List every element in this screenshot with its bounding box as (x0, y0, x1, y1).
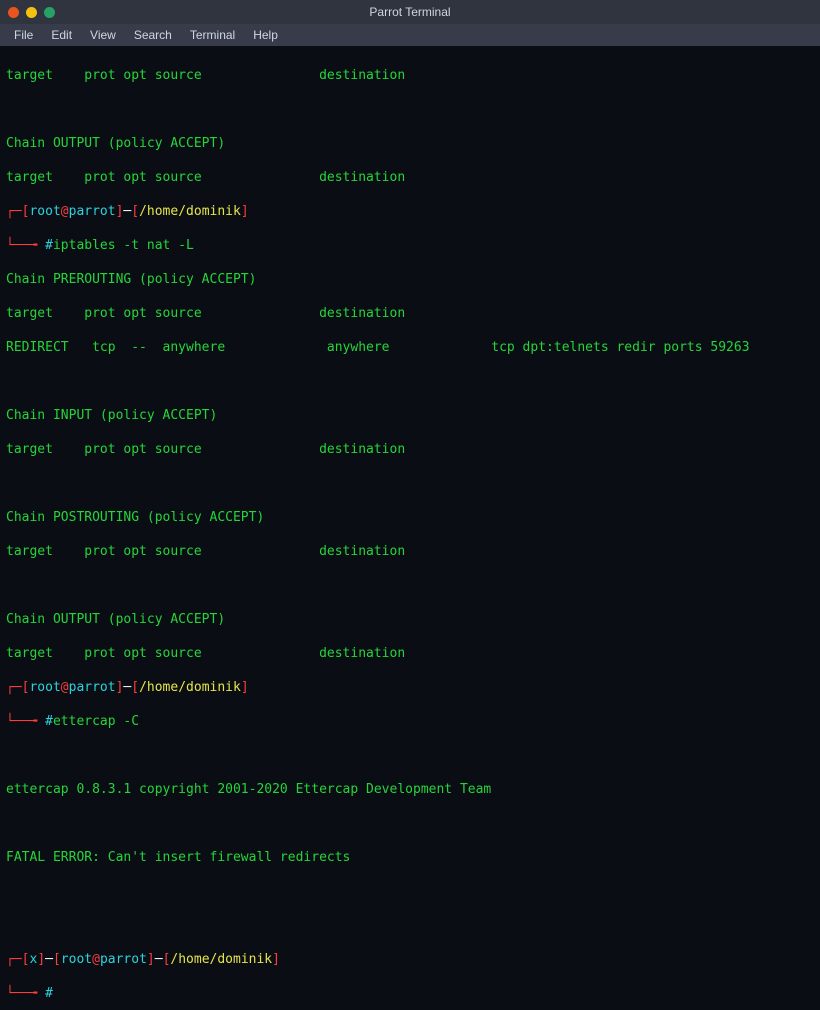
menu-file[interactable]: File (6, 26, 41, 44)
iptables-header-6: target prot opt source destination (6, 645, 814, 662)
menu-terminal[interactable]: Terminal (182, 26, 243, 44)
prompt-cmd-1: └──╼ #iptables -t nat -L (6, 237, 814, 254)
menubar: File Edit View Search Terminal Help (0, 24, 820, 46)
terminal-output[interactable]: target prot opt source destination Chain… (0, 46, 820, 1010)
menu-search[interactable]: Search (126, 26, 180, 44)
iptables-header-3: target prot opt source destination (6, 305, 814, 322)
iptables-header-5: target prot opt source destination (6, 543, 814, 560)
redirect-rule: REDIRECT tcp -- anywhere anywhere tcp dp… (6, 339, 814, 356)
chain-output-1: Chain OUTPUT (policy ACCEPT) (6, 135, 814, 152)
prompt-cmd-2: └──╼ #ettercap -C (6, 713, 814, 730)
fatal-error: FATAL ERROR: Can't insert firewall redir… (6, 849, 814, 866)
chain-output-2: Chain OUTPUT (policy ACCEPT) (6, 611, 814, 628)
chain-input: Chain INPUT (policy ACCEPT) (6, 407, 814, 424)
ettercap-version: ettercap 0.8.3.1 copyright 2001-2020 Ett… (6, 781, 814, 798)
menu-view[interactable]: View (82, 26, 124, 44)
titlebar: Parrot Terminal (0, 0, 820, 24)
iptables-header-4: target prot opt source destination (6, 441, 814, 458)
chain-postrouting: Chain POSTROUTING (policy ACCEPT) (6, 509, 814, 526)
iptables-header-2: target prot opt source destination (6, 169, 814, 186)
window-title: Parrot Terminal (0, 5, 820, 19)
menu-edit[interactable]: Edit (43, 26, 80, 44)
prompt-line-2: ┌─[root@parrot]─[/home/dominik] (6, 679, 814, 696)
prompt-line-3: ┌─[x]─[root@parrot]─[/home/dominik] (6, 951, 814, 968)
chain-prerouting: Chain PREROUTING (policy ACCEPT) (6, 271, 814, 288)
menu-help[interactable]: Help (245, 26, 286, 44)
prompt-line-1: ┌─[root@parrot]─[/home/dominik] (6, 203, 814, 220)
iptables-header: target prot opt source destination (6, 67, 814, 84)
prompt-cmd-3[interactable]: └──╼ # (6, 985, 814, 1002)
